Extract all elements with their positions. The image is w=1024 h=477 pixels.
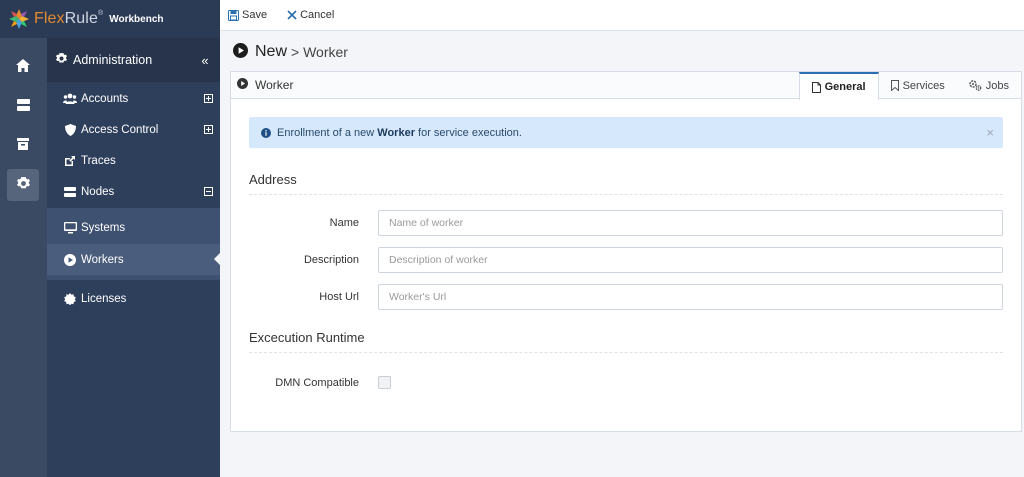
play-circle-icon (233, 43, 248, 61)
collapse-icon[interactable] (196, 187, 220, 196)
tab-label: Services (902, 79, 945, 92)
sidebar-item-access-control[interactable]: Access Control (47, 114, 220, 145)
sidebar-item-accounts[interactable]: Accounts (47, 83, 220, 114)
collapse-sidebar-button[interactable]: « (190, 53, 220, 68)
tab-general[interactable]: General (798, 72, 879, 100)
shield-icon (63, 123, 77, 137)
info-alert: Enrollment of a new Worker for service e… (249, 117, 1003, 148)
brand-subtitle: Workbench (109, 13, 164, 25)
dmn-compatible-checkbox[interactable] (378, 376, 391, 389)
page-title: New > Worker (233, 41, 348, 63)
breadcrumb: > Worker (291, 44, 348, 60)
play-circle-icon (63, 253, 77, 267)
brand-bar: FlexRule® Workbench (0, 0, 220, 38)
close-icon (287, 10, 297, 20)
archive-icon (17, 137, 29, 153)
tab-jobs[interactable]: Jobs (957, 72, 1021, 99)
gear-icon (16, 177, 30, 193)
name-input[interactable] (378, 210, 1003, 236)
description-input[interactable] (378, 247, 1003, 273)
name-row: Name (231, 210, 1023, 236)
expand-icon[interactable] (196, 125, 220, 134)
expand-icon[interactable] (196, 94, 220, 103)
address-section-title: Address (249, 172, 297, 187)
sidebar-item-label: Workers (81, 253, 124, 266)
toolbar: Save Cancel (220, 0, 1024, 31)
dmn-row: DMN Compatible (231, 370, 1023, 396)
sidebar-item-label: Traces (81, 154, 116, 167)
brand-name-part1: Flex (34, 10, 65, 27)
cancel-button[interactable]: Cancel (287, 9, 334, 21)
sidebar-item-systems[interactable]: Systems (47, 212, 220, 243)
rail-servers-button[interactable] (7, 90, 39, 122)
alert-text-before: Enrollment of a new (277, 126, 378, 139)
close-alert-button[interactable]: × (986, 125, 994, 140)
floppy-disk-icon (228, 9, 239, 21)
sidebar-item-label: Systems (81, 221, 126, 234)
gear-icon (56, 53, 67, 67)
save-button[interactable]: Save (228, 9, 267, 21)
sidebar-title: Administration (73, 53, 153, 67)
tab-label: General (824, 81, 866, 93)
brand-name: FlexRule® (34, 10, 103, 28)
dmn-compatible-label: DMN Compatible (275, 377, 359, 389)
sidebar-item-label: Accounts (81, 92, 129, 105)
sidebar-item-nodes[interactable]: Nodes (47, 176, 220, 207)
divider (249, 352, 1003, 353)
panel-title: Worker (255, 78, 294, 92)
sidebar-item-workers[interactable]: Workers (47, 244, 220, 275)
selected-caret-icon (214, 253, 220, 265)
sidebar-item-label: Nodes (81, 185, 115, 198)
sidebar-item-licenses[interactable]: Licenses (47, 283, 220, 314)
flexrule-logo-icon (8, 8, 30, 30)
sidebar-item-label: Access Control (81, 123, 159, 136)
sidebar-item-label: Licenses (81, 292, 127, 305)
alert-text-after: for service execution. (414, 126, 522, 139)
runtime-section-title: Excecution Runtime (249, 330, 365, 345)
rail-archive-button[interactable] (7, 129, 39, 161)
description-row: Description (231, 247, 1023, 273)
home-icon (16, 59, 30, 75)
host-url-label: Host Url (319, 291, 359, 303)
host-url-row: Host Url (231, 284, 1023, 310)
play-circle-icon (237, 78, 248, 92)
tab-services[interactable]: Services (879, 72, 957, 99)
page-title-text: New (255, 43, 288, 60)
save-label: Save (242, 9, 268, 21)
cancel-label: Cancel (300, 9, 335, 21)
alert-text-bold: Worker (377, 126, 415, 139)
monitor-icon (63, 221, 77, 235)
nodes-submenu: Systems Workers (47, 208, 220, 280)
panel-tabs: General Services Jobs (798, 72, 1021, 100)
sidebar-item-traces[interactable]: Traces (47, 145, 220, 176)
file-icon (811, 81, 821, 93)
panel-header: Worker General Services Jobs (231, 72, 1021, 100)
icon-rail (0, 38, 47, 477)
description-label: Description (303, 254, 359, 266)
rail-home-button[interactable] (7, 51, 39, 83)
brand-name-part2: Rule (64, 10, 98, 27)
cogs-icon (969, 80, 982, 91)
info-circle-icon (261, 127, 271, 138)
worker-panel: Worker General Services Jobs Enrollment … (230, 71, 1022, 432)
external-link-icon (63, 154, 77, 168)
certificate-icon (63, 292, 77, 306)
users-icon (63, 92, 77, 106)
bookmark-icon (890, 80, 899, 91)
server-icon (16, 98, 30, 114)
alert-text: Enrollment of a new Worker for service e… (277, 127, 522, 139)
registered-mark: ® (97, 10, 104, 17)
rail-settings-button[interactable] (7, 169, 39, 201)
tab-label: Jobs (985, 79, 1009, 92)
host-url-input[interactable] (378, 284, 1003, 310)
divider (249, 194, 1003, 195)
sidebar: Administration « Accounts Access Control… (47, 38, 220, 477)
sidebar-header: Administration « (47, 38, 220, 82)
server-icon (63, 185, 77, 199)
name-label: Name (329, 217, 359, 229)
